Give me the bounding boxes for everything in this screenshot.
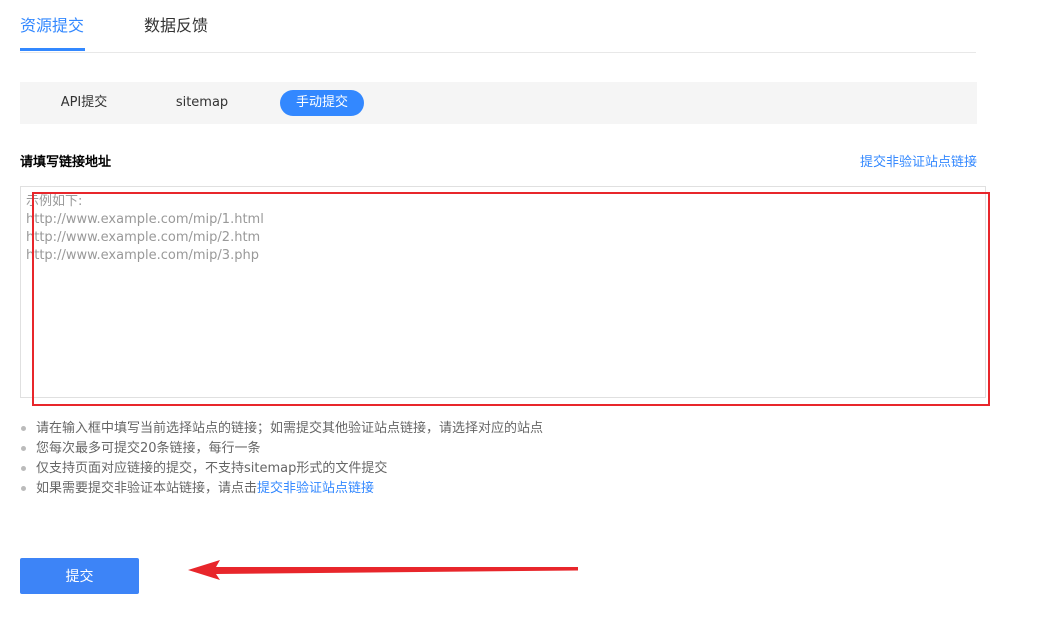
submit-unverified-link[interactable]: 提交非验证站点链接: [860, 155, 977, 171]
bullet-icon: [21, 426, 26, 431]
bullet-icon: [21, 486, 26, 491]
subtab-api[interactable]: API提交: [44, 90, 124, 116]
subtab-manual[interactable]: 手动提交: [280, 90, 364, 116]
note-unverified-link[interactable]: 提交非验证站点链接: [257, 481, 374, 496]
subtab-sitemap[interactable]: sitemap: [162, 90, 242, 116]
notes-list: 请在输入框中填写当前选择站点的链接；如需提交其他验证站点链接，请选择对应的站点 …: [20, 419, 543, 499]
active-tab-indicator: [20, 48, 85, 51]
resource-submit-page: 资源提交 数据反馈 API提交 sitemap 手动提交 请填写链接地址 提交非…: [0, 0, 1040, 619]
note-text: 请在输入框中填写当前选择站点的链接；如需提交其他验证站点链接，请选择对应的站点: [36, 421, 544, 436]
bullet-icon: [21, 466, 26, 471]
tab-resource-submit[interactable]: 资源提交: [20, 16, 84, 36]
tab-data-feedback[interactable]: 数据反馈: [144, 16, 208, 36]
url-field-label: 请填写链接地址: [20, 155, 112, 170]
annotation-arrow-icon: [188, 560, 578, 580]
note-text: 您每次最多可提交20条链接，每行一条: [36, 441, 261, 456]
note-item: 仅支持页面对应链接的提交，不支持sitemap形式的文件提交: [20, 459, 543, 479]
note-item: 如果需要提交非验证本站链接，请点击提交非验证站点链接: [20, 479, 543, 499]
main-tabs: 资源提交 数据反馈: [20, 0, 976, 53]
note-item: 您每次最多可提交20条链接，每行一条: [20, 439, 543, 459]
bullet-icon: [21, 446, 26, 451]
note-text: 仅支持页面对应链接的提交，不支持sitemap形式的文件提交: [36, 461, 388, 476]
note-text: 如果需要提交非验证本站链接，请点击: [36, 481, 258, 496]
submit-method-tabs: API提交 sitemap 手动提交: [20, 82, 977, 124]
submit-button[interactable]: 提交: [20, 558, 139, 594]
url-textarea[interactable]: [20, 186, 986, 398]
note-item: 请在输入框中填写当前选择站点的链接；如需提交其他验证站点链接，请选择对应的站点: [20, 419, 543, 439]
